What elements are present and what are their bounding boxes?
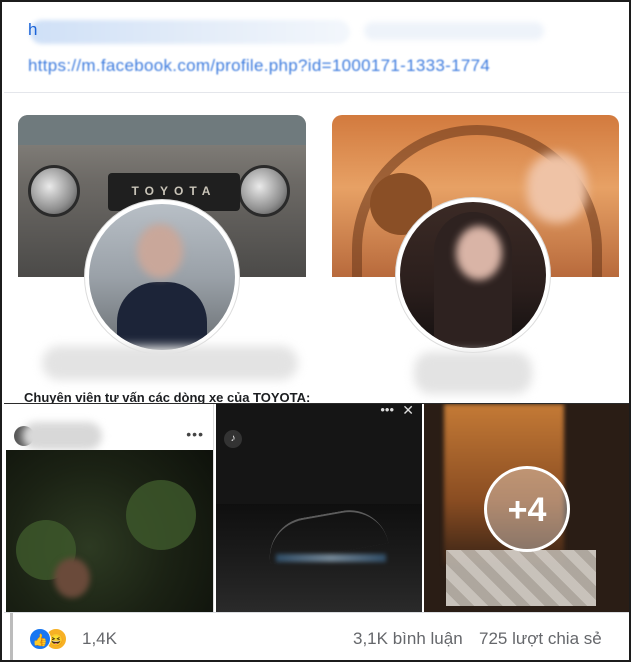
profile-url-link[interactable]: https://m.facebook.com/profile.php?id=10… <box>28 56 490 76</box>
city-lights <box>276 554 386 562</box>
blurred-face <box>456 226 502 280</box>
grille-brand-text: TOYOTA <box>131 184 217 198</box>
screenshot-frame: h https://m.facebook.com/profile.php?id=… <box>0 0 631 662</box>
post-header: ••• <box>6 412 213 452</box>
blurred-face <box>137 224 183 278</box>
share-count[interactable]: 725 lượt chia sẻ <box>479 629 602 649</box>
link-preview[interactable]: h https://m.facebook.com/profile.php?id=… <box>4 4 629 92</box>
media-tile-post[interactable]: ••• <box>6 404 214 612</box>
post-photo <box>6 450 213 612</box>
profile-avatar-right[interactable] <box>396 198 550 352</box>
car-roof <box>18 115 306 145</box>
quote-bar <box>10 613 13 660</box>
redacted-heading <box>30 20 350 44</box>
redacted-heading-tail <box>364 22 544 40</box>
more-options-icon[interactable]: ••• <box>380 404 394 417</box>
profile-avatar-left[interactable] <box>85 200 239 354</box>
divider <box>4 92 629 93</box>
comment-count[interactable]: 3,1K bình luận <box>353 629 463 649</box>
blurred-face <box>54 558 90 598</box>
more-count: +4 <box>507 491 547 529</box>
avatar-photo <box>89 204 235 350</box>
avatar-photo <box>400 202 546 348</box>
more-options-icon[interactable]: ••• <box>186 426 204 442</box>
headlight-left <box>28 165 80 217</box>
headlight-right <box>238 165 290 217</box>
stone-wall <box>446 550 596 606</box>
reaction-count[interactable]: 1,4K <box>82 629 117 649</box>
suit-shape <box>117 282 207 350</box>
more-photos-badge[interactable]: +4 <box>484 466 570 552</box>
close-icon[interactable]: ✕ <box>402 404 414 419</box>
leaf-shape <box>126 480 196 550</box>
redacted-name-right <box>414 352 532 394</box>
link-heading[interactable]: h <box>28 20 37 40</box>
like-reaction-icon[interactable]: 👍 <box>29 628 51 650</box>
engagement-bar: 👍 😆 1,4K 3,1K bình luận 725 lượt chia sẻ <box>4 613 629 660</box>
media-tile-video[interactable]: ••• ✕ ♪ <box>216 404 422 612</box>
media-tile-more[interactable]: +4 <box>424 404 629 612</box>
redacted-poster-name <box>22 422 102 450</box>
volume-icon[interactable]: ♪ <box>224 430 242 448</box>
blurred-person <box>527 153 587 223</box>
redacted-name-left <box>42 346 298 380</box>
